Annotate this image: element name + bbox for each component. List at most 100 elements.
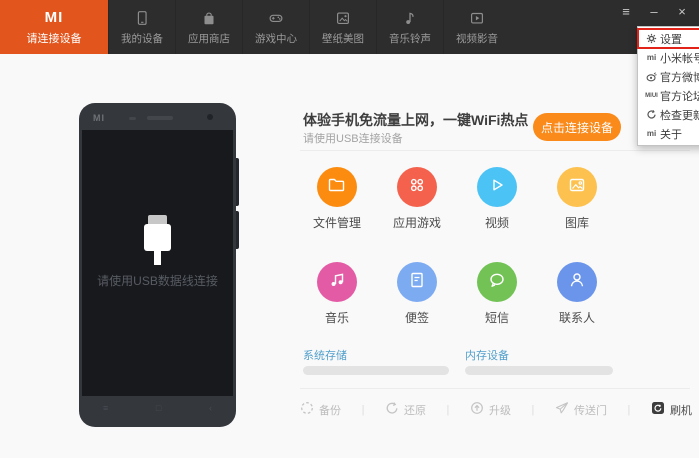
nav-ringtones[interactable]: 音乐铃声 — [376, 0, 443, 54]
app-contacts[interactable]: 联系人 — [537, 262, 617, 326]
separator: | — [361, 404, 365, 416]
app-label: 应用游戏 — [392, 216, 441, 230]
nav-label: 游戏中心 — [255, 32, 297, 45]
system-storage-label: 系统存储 — [303, 350, 347, 362]
note-icon — [406, 269, 428, 296]
nav-game-center[interactable]: 游戏中心 — [242, 0, 309, 54]
phone-screen: 请使用USB数据线连接 — [82, 130, 233, 396]
phone-menu-icon: ≡ — [103, 403, 109, 413]
menu-item-about[interactable]: mi 关于 — [638, 124, 699, 143]
folder-icon — [326, 174, 348, 201]
weibo-icon — [643, 71, 660, 82]
minimize-icon[interactable]: – — [647, 4, 661, 20]
music-note-icon — [326, 269, 348, 296]
phone-front-camera — [207, 114, 213, 120]
send-icon — [555, 401, 569, 420]
app-label: 图库 — [564, 216, 589, 230]
action-label: 升级 — [488, 405, 511, 417]
menu-item-mi-account[interactable]: mi 小米帐号 — [638, 48, 699, 67]
phone-nav-bar: ≡ □ ‹ — [103, 402, 212, 414]
nav-app-store[interactable]: 应用商店 — [175, 0, 242, 54]
phone-power-button — [236, 211, 239, 249]
app-music[interactable]: 音乐 — [297, 262, 377, 326]
app-label: 文件管理 — [312, 216, 361, 230]
menu-item-label: 检查更新 — [660, 109, 699, 122]
action-label: 传送门 — [573, 405, 607, 417]
nav-label: 音乐铃声 — [389, 32, 431, 45]
window-controls: ≡ – × — [619, 4, 689, 20]
settings-dropdown-menu: 设置 mi 小米帐号 官方微博 MIUI 官方论坛 检查更新 mi 关于 — [637, 26, 699, 146]
app-apps-games[interactable]: 应用游戏 — [377, 167, 457, 231]
usb-connect-hint: 请使用USB数据线连接 — [97, 274, 218, 288]
upgrade-button[interactable]: 升级 — [470, 401, 511, 420]
separator: | — [627, 404, 631, 416]
store-icon — [200, 9, 218, 31]
app-label: 视频 — [484, 216, 509, 230]
backup-button[interactable]: 备份 — [300, 401, 341, 420]
backup-icon — [300, 401, 314, 420]
brand-block[interactable]: MI 请连接设备 — [0, 0, 108, 54]
phone-sensor — [129, 117, 136, 120]
menu-item-label: 官方微博 — [660, 71, 699, 84]
upgrade-icon — [470, 401, 484, 420]
action-label: 刷机 — [669, 405, 692, 417]
phone-back-icon: ‹ — [208, 403, 212, 413]
flash-button[interactable]: 刷机 — [651, 401, 692, 420]
video-icon — [468, 9, 486, 31]
wallpaper-icon — [334, 9, 352, 31]
app-label: 短信 — [484, 311, 509, 325]
app-video[interactable]: 视频 — [457, 167, 537, 231]
mi-logo: MI — [44, 8, 64, 26]
restore-icon — [385, 401, 399, 420]
bottom-action-bar: 备份 | 还原 | 升级 | 传送门 | 刷机 — [300, 399, 692, 421]
menu-item-settings[interactable]: 设置 — [637, 28, 699, 49]
close-icon[interactable]: × — [675, 4, 689, 20]
menu-item-check-updates[interactable]: 检查更新 — [638, 105, 699, 124]
connect-device-button[interactable]: 点击连接设备 — [533, 113, 621, 141]
top-nav: 我的设备 应用商店 游戏中心 壁纸美图 音乐铃声 视频影音 — [108, 0, 510, 54]
action-label: 备份 — [319, 405, 341, 417]
phone-earpiece — [147, 116, 173, 120]
refresh-icon — [643, 109, 660, 120]
device-icon — [133, 9, 151, 31]
memory-device-label: 内存设备 — [465, 350, 509, 362]
mi-logo-icon: mi — [646, 53, 657, 62]
mi-logo-icon: mi — [646, 129, 657, 138]
phone-home-icon: □ — [155, 403, 162, 413]
connection-status: 请连接设备 — [26, 32, 82, 45]
menu-item-label: 官方论坛 — [660, 90, 699, 103]
person-icon — [566, 269, 588, 296]
wifi-hotspot-heading: 体验手机免流量上网，一键WiFi热点 — [303, 112, 529, 128]
header-bar: MI 请连接设备 我的设备 应用商店 游戏中心 壁纸美图 音乐铃声 视频影音 ≡… — [0, 0, 699, 54]
nav-label: 我的设备 — [121, 32, 163, 45]
nav-video[interactable]: 视频影音 — [443, 0, 510, 54]
ringtone-icon — [401, 9, 419, 31]
divider — [300, 388, 690, 389]
flash-icon — [651, 401, 665, 420]
action-label: 还原 — [403, 405, 426, 417]
separator: | — [446, 404, 450, 416]
nav-label: 视频影音 — [456, 32, 498, 45]
nav-my-device[interactable]: 我的设备 — [108, 0, 175, 54]
menu-icon[interactable]: ≡ — [619, 4, 633, 20]
app-file-manager[interactable]: 文件管理 — [297, 167, 377, 231]
menu-item-official-forum[interactable]: MIUI 官方论坛 — [638, 86, 699, 105]
play-icon — [486, 174, 508, 201]
menu-item-official-weibo[interactable]: 官方微博 — [638, 67, 699, 86]
mi-pc-suite-window: MI 请连接设备 我的设备 应用商店 游戏中心 壁纸美图 音乐铃声 视频影音 ≡… — [0, 0, 699, 458]
app-notes[interactable]: 便签 — [377, 262, 457, 326]
portal-button[interactable]: 传送门 — [555, 401, 607, 420]
restore-button[interactable]: 还原 — [385, 401, 426, 420]
app-gallery[interactable]: 图库 — [537, 167, 617, 231]
app-sms[interactable]: 短信 — [457, 262, 537, 326]
system-storage-bar[interactable] — [303, 366, 449, 375]
nav-wallpaper[interactable]: 壁纸美图 — [309, 0, 376, 54]
usb-connect-subheading: 请使用USB连接设备 — [303, 133, 403, 145]
gamepad-icon — [267, 9, 285, 31]
menu-item-label: 设置 — [660, 33, 682, 46]
memory-device-bar[interactable] — [465, 366, 613, 375]
app-grid-icon — [406, 174, 428, 201]
phone-volume-button — [236, 158, 239, 206]
menu-item-label: 小米帐号 — [660, 52, 699, 65]
miui-icon: MIUI — [645, 92, 658, 99]
